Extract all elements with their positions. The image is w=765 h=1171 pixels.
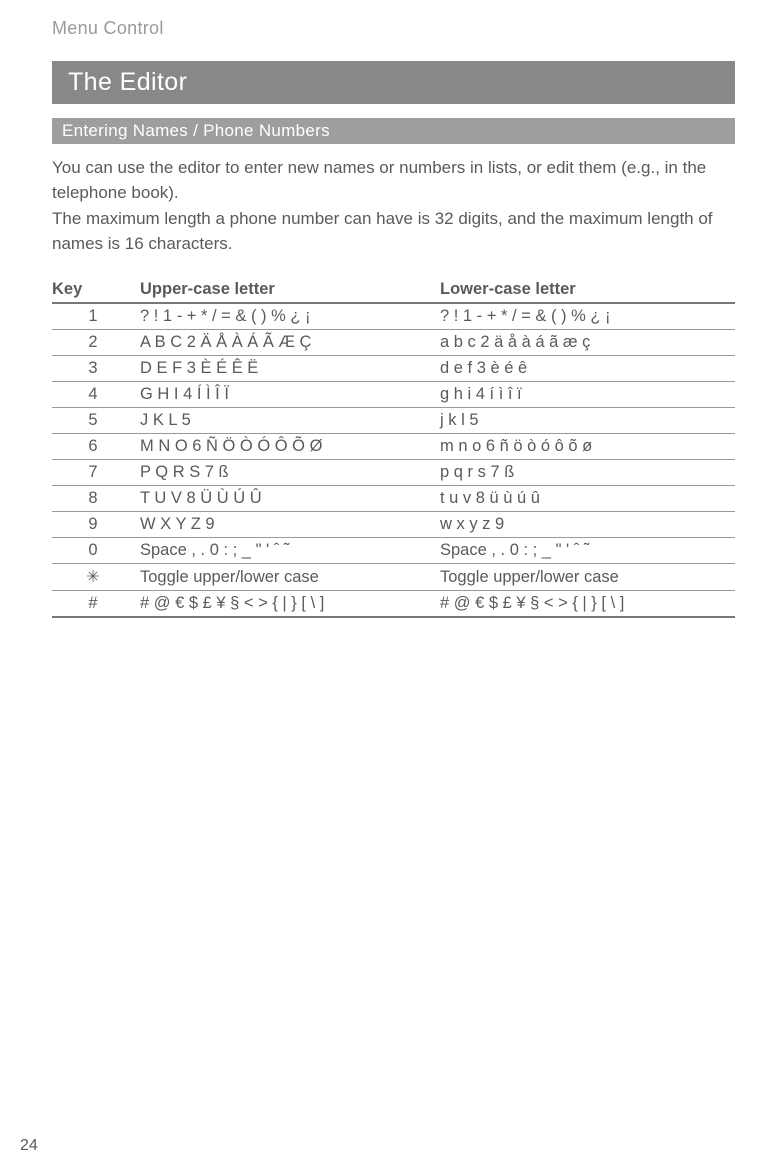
table-row: 4G H I 4 Í Ì Î Ïg h i 4 í ì î ï: [52, 381, 735, 407]
cell-upper: P Q R S 7 ß: [134, 459, 434, 485]
cell-upper: D E F 3 È É Ê Ë: [134, 355, 434, 381]
cell-key: ✳: [52, 563, 134, 590]
cell-key: 2: [52, 329, 134, 355]
cell-lower: j k l 5: [434, 407, 735, 433]
cell-key: #: [52, 590, 134, 617]
cell-lower: m n o 6 ñ ö ò ó ô õ ø: [434, 433, 735, 459]
cell-upper: J K L 5: [134, 407, 434, 433]
cell-upper: W X Y Z 9: [134, 511, 434, 537]
breadcrumb: Menu Control: [52, 18, 735, 39]
table-header-row: Key Upper-case letter Lower-case letter: [52, 277, 735, 303]
table-row: ✳Toggle upper/lower caseToggle upper/low…: [52, 563, 735, 590]
cell-upper: A B C 2 Ä Å À Á Ã Æ Ç: [134, 329, 434, 355]
cell-key: 6: [52, 433, 134, 459]
cell-lower: a b c 2 ä å à á ã æ ç: [434, 329, 735, 355]
page-number: 24: [20, 1137, 38, 1155]
cell-key: 0: [52, 537, 134, 563]
cell-lower: Toggle upper/lower case: [434, 563, 735, 590]
cell-upper: # @ € $ £ ¥ § < > { | } [ \ ]: [134, 590, 434, 617]
cell-lower: g h i 4 í ì î ï: [434, 381, 735, 407]
table-row: 0Space , . 0 : ; _ " ' ˆ ˜Space , . 0 : …: [52, 537, 735, 563]
cell-upper: T U V 8 Ü Ù Ú Û: [134, 485, 434, 511]
table-row: 9W X Y Z 9w x y z 9: [52, 511, 735, 537]
cell-upper: G H I 4 Í Ì Î Ï: [134, 381, 434, 407]
cell-key: 9: [52, 511, 134, 537]
key-table-wrap: Key Upper-case letter Lower-case letter …: [52, 277, 735, 618]
table-row: 2A B C 2 Ä Å À Á Ã Æ Ça b c 2 ä å à á ã …: [52, 329, 735, 355]
table-row: 8T U V 8 Ü Ù Ú Ût u v 8 ü ù ú û: [52, 485, 735, 511]
cell-lower: ? ! 1 - + * / = & ( ) % ¿ ¡: [434, 303, 735, 330]
cell-lower: p q r s 7 ß: [434, 459, 735, 485]
cell-key: 7: [52, 459, 134, 485]
table-row: 3D E F 3 È É Ê Ëd e f 3 è é ê: [52, 355, 735, 381]
cell-lower: # @ € $ £ ¥ § < > { | } [ \ ]: [434, 590, 735, 617]
col-header-key: Key: [52, 277, 134, 303]
cell-key: 8: [52, 485, 134, 511]
cell-upper: Space , . 0 : ; _ " ' ˆ ˜: [134, 537, 434, 563]
body-content: You can use the editor to enter new name…: [52, 156, 735, 618]
table-row: ## @ € $ £ ¥ § < > { | } [ \ ]# @ € $ £ …: [52, 590, 735, 617]
cell-key: 4: [52, 381, 134, 407]
table-row: 1? ! 1 - + * / = & ( ) % ¿ ¡? ! 1 - + * …: [52, 303, 735, 330]
section-subtitle: Entering Names / Phone Numbers: [52, 118, 735, 144]
cell-upper: ? ! 1 - + * / = & ( ) % ¿ ¡: [134, 303, 434, 330]
table-row: 7P Q R S 7 ßp q r s 7 ß: [52, 459, 735, 485]
cell-lower: d e f 3 è é ê: [434, 355, 735, 381]
cell-lower: t u v 8 ü ù ú û: [434, 485, 735, 511]
cell-key: 1: [52, 303, 134, 330]
cell-upper: Toggle upper/lower case: [134, 563, 434, 590]
table-row: 6M N O 6 Ñ Ö Ò Ó Ô Õ Øm n o 6 ñ ö ò ó ô …: [52, 433, 735, 459]
table-row: 5J K L 5j k l 5: [52, 407, 735, 433]
cell-lower: w x y z 9: [434, 511, 735, 537]
paragraph-intro-2: The maximum length a phone number can ha…: [52, 207, 735, 256]
cell-lower: Space , . 0 : ; _ " ' ˆ ˜: [434, 537, 735, 563]
key-table: Key Upper-case letter Lower-case letter …: [52, 277, 735, 618]
cell-upper: M N O 6 Ñ Ö Ò Ó Ô Õ Ø: [134, 433, 434, 459]
cell-key: 5: [52, 407, 134, 433]
col-header-upper: Upper-case letter: [134, 277, 434, 303]
col-header-lower: Lower-case letter: [434, 277, 735, 303]
paragraph-intro-1: You can use the editor to enter new name…: [52, 156, 735, 205]
cell-key: 3: [52, 355, 134, 381]
section-title: The Editor: [52, 61, 735, 104]
